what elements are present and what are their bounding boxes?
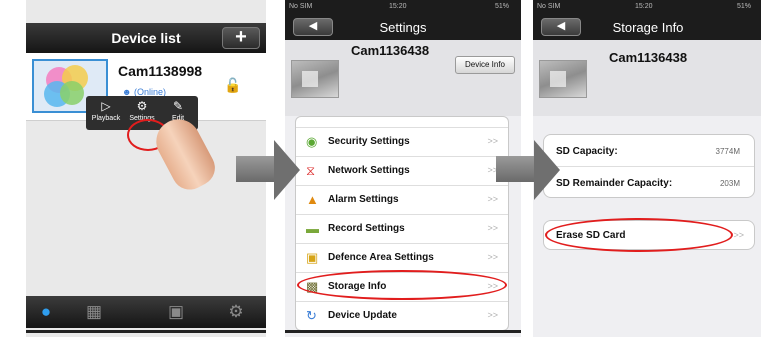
device-thumbnail	[539, 60, 587, 98]
device-list-header: Device list +	[26, 23, 266, 53]
nav-bar: ◀ Settings	[285, 14, 521, 40]
sd-capacity-label: SD Capacity:	[556, 146, 618, 157]
wifi-icon: ⧖	[306, 163, 316, 178]
flow-arrow-icon	[236, 140, 300, 200]
list-item-label: Device Update	[328, 310, 397, 321]
device-name: Cam1136438	[609, 50, 688, 65]
sd-remainder-row: SD Remainder Capacity: 203M	[544, 167, 754, 199]
divider	[285, 330, 521, 333]
chevron-icon: >>	[487, 252, 498, 262]
play-icon: ▷	[101, 99, 111, 113]
chevron-icon: >>	[733, 230, 744, 240]
list-item-label: Defence Area Settings	[328, 252, 434, 263]
capacity-group: SD Capacity: 3774M SD Remainder Capacity…	[543, 134, 755, 198]
page-title: Settings	[379, 20, 427, 35]
highlight-ring	[297, 270, 507, 300]
list-item-security[interactable]: ◉ Security Settings >>	[296, 127, 508, 156]
tab-toolbox-icon[interactable]: ▣	[156, 302, 196, 322]
page-title: Storage Info	[612, 20, 684, 35]
tab-bar: ● ▦ ▣ ⚙	[26, 296, 266, 328]
storage-info-screen: No SIM 15:20 51% ◀ Storage Info Cam11364…	[533, 0, 761, 337]
list-item-label: Network Settings	[328, 165, 410, 176]
list-item-label: Alarm Settings	[328, 194, 399, 205]
tab-settings-icon[interactable]: ⚙	[216, 302, 256, 322]
tab-devices-icon[interactable]: ●	[26, 302, 66, 322]
chevron-icon: >>	[487, 223, 498, 233]
list-item-record[interactable]: ▬ Record Settings >>	[296, 214, 508, 243]
list-item-update[interactable]: ↻ Device Update >>	[296, 301, 508, 330]
list-item-defence[interactable]: ▣ Defence Area Settings >>	[296, 243, 508, 272]
edit-icon: ✎	[172, 99, 184, 113]
list-item-network[interactable]: ⧖ Network Settings >>	[296, 156, 508, 185]
battery-text: 51%	[736, 3, 751, 10]
list-item-label: Security Settings	[328, 136, 410, 147]
arrow-shaft	[496, 156, 536, 182]
bell-icon: ▲	[306, 192, 319, 207]
carrier-text: No SIM	[537, 3, 561, 10]
settings-screen: No SIM 15:20 51% ◀ Settings Cam1136438 D…	[285, 0, 521, 337]
arrow-shaft	[236, 156, 276, 182]
device-name: Cam1136438	[351, 43, 430, 58]
sd-remainder-value: 203M	[719, 179, 740, 188]
playback-button[interactable]: ▷ Playback	[88, 98, 124, 124]
device-name: Cam1138998	[118, 63, 203, 79]
nav-bar: ◀ Storage Info	[533, 14, 761, 40]
time-text: 15:20	[635, 3, 653, 10]
status-bar: No SIM 15:20 51%	[533, 0, 761, 14]
device-thumbnail	[291, 60, 339, 98]
arrow-head	[274, 140, 300, 200]
time-text: 15:20	[389, 3, 407, 10]
gear-icon: ⚙	[136, 99, 148, 113]
lock-icon: ▣	[306, 250, 319, 265]
list-item-label: Record Settings	[328, 223, 405, 234]
divider	[26, 330, 266, 333]
status-bar: No SIM 15:20 51%	[285, 0, 521, 14]
arrow-head	[534, 140, 560, 200]
unlock-icon[interactable]: 🔓	[224, 77, 241, 94]
carrier-text: No SIM	[289, 3, 313, 10]
sd-capacity-value: 3774M	[715, 147, 740, 156]
flow-arrow-icon	[496, 140, 560, 200]
shield-icon: ◉	[306, 134, 318, 149]
playback-label: Playback	[91, 115, 121, 122]
battery-text: 51%	[494, 3, 509, 10]
chevron-icon: >>	[487, 310, 498, 320]
device-info-button[interactable]: Device Info	[455, 56, 515, 74]
sd-remainder-label: SD Remainder Capacity:	[556, 178, 673, 189]
logo-petal	[60, 81, 84, 105]
add-device-button[interactable]: +	[222, 27, 260, 49]
list-item-alarm[interactable]: ▲ Alarm Settings >>	[296, 185, 508, 214]
tab-grid-icon[interactable]: ▦	[74, 302, 114, 322]
film-icon: ▬	[306, 221, 319, 236]
device-list-screen: Device list + Cam1138998 ☻ (Online) 🔓 ▷ …	[26, 0, 266, 337]
sd-capacity-row: SD Capacity: 3774M	[544, 135, 754, 167]
highlight-ring	[545, 218, 733, 252]
update-icon: ↻	[306, 308, 317, 323]
